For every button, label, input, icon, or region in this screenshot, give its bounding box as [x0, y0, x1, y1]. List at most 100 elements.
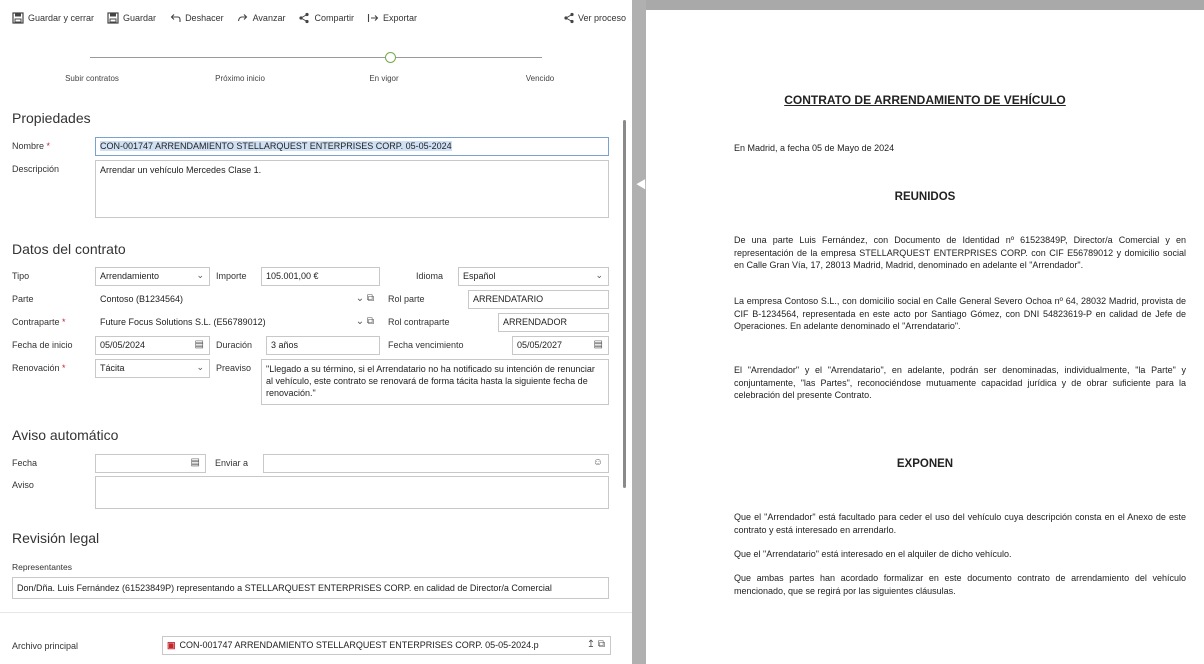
view-process-button[interactable]: Ver proceso [563, 12, 626, 24]
heading-exponen: EXPONEN [896, 458, 954, 470]
idioma-value: Español [463, 271, 496, 281]
duracion-field[interactable]: 3 años [266, 336, 380, 355]
archivo-label: Archivo principal [12, 641, 79, 651]
redo-button[interactable]: Avanzar [237, 12, 285, 24]
tipo-select[interactable]: Arrendamiento ⌄ [95, 267, 210, 286]
name-field[interactable]: CON-001747 ARRENDAMIENTO STELLARQUEST EN… [95, 137, 609, 156]
file-actions[interactable]: ↥ ⧉ [583, 639, 605, 650]
stage-upload[interactable]: Subir contratos [65, 74, 119, 83]
fecha-vencimiento-label: Fecha vencimiento [388, 340, 464, 350]
renovacion-select[interactable]: Tácita ⌄ [95, 359, 210, 378]
document-place-date: En Madrid, a fecha 05 de Mayo de 2024 [734, 143, 895, 153]
contraparte-value: Future Focus Solutions S.L. (E56789012) [100, 317, 266, 327]
redo-icon [237, 12, 249, 24]
pdf-icon: ▣ [167, 640, 176, 650]
undo-label: Deshacer [185, 13, 224, 23]
name-label: Nombre * [12, 141, 51, 151]
save-close-button[interactable]: Guardar y cerrar [12, 12, 94, 24]
export-icon [367, 12, 379, 24]
stage-next-start[interactable]: Próximo inicio [215, 74, 265, 83]
calendar-icon[interactable]: ▤ [594, 339, 603, 350]
description-field[interactable]: Arrendar un vehículo Mercedes Clase 1. [95, 160, 609, 218]
save-label: Guardar [123, 13, 157, 23]
document-preview: CONTRATO DE ARRENDAMIENTO DE VEHÍCULO En… [646, 0, 1204, 664]
rol-parte-field[interactable]: ARRENDATARIO [468, 290, 609, 309]
chevron-down-icon: ⌄ [196, 270, 204, 280]
save-icon [107, 12, 119, 24]
share-icon [298, 12, 310, 24]
preaviso-field[interactable]: "Llegado a su término, si el Arrendatari… [261, 359, 609, 405]
save-close-label: Guardar y cerrar [28, 13, 95, 23]
idioma-select[interactable]: Español ⌄ [458, 267, 609, 286]
fecha-vencimiento-field[interactable]: 05/05/2027 ▤ [512, 336, 609, 355]
name-value: CON-001747 ARRENDAMIENTO STELLARQUEST EN… [100, 141, 452, 151]
stage-in-force[interactable]: En vigor [369, 74, 398, 83]
parte-actions[interactable]: ⌄ ⧉ [356, 293, 374, 304]
parte-value: Contoso (B1234564) [100, 294, 184, 304]
calendar-icon[interactable]: ▤ [195, 339, 204, 350]
chevron-down-icon: ⌄ [196, 362, 204, 372]
divider [0, 612, 632, 613]
archivo-field[interactable]: ▣ CON-001747 ARRENDAMIENTO STELLARQUEST E… [162, 636, 611, 655]
undo-icon [169, 12, 181, 24]
representantes-field[interactable]: Don/Dña. Luis Fernández (61523849P) repr… [12, 577, 609, 599]
importe-field[interactable]: 105.001,00 € [261, 267, 380, 286]
enviar-a-field[interactable]: ☺ [263, 454, 609, 473]
description-label: Descripción [12, 164, 60, 174]
renovacion-value: Tácita [100, 363, 125, 373]
pane-splitter[interactable] [632, 0, 646, 664]
process-icon [563, 12, 575, 24]
export-button[interactable]: Exportar [367, 12, 417, 24]
tipo-value: Arrendamiento [100, 271, 160, 281]
fecha-inicio-field[interactable]: 05/05/2024 ▤ [95, 336, 210, 355]
document-paragraph: Que el "Arrendador" está facultado para … [734, 512, 1186, 535]
process-stages: Subir contratos Próximo inicio En vigor … [0, 38, 632, 88]
aviso-text-field[interactable] [95, 476, 609, 509]
fecha-inicio-label: Fecha de inicio [12, 340, 73, 350]
enviar-a-label: Enviar a [215, 458, 249, 468]
contraparte-actions[interactable]: ⌄ ⧉ [356, 316, 374, 327]
person-icon[interactable]: ☺ [593, 457, 603, 468]
fecha-inicio-value: 05/05/2024 [100, 340, 146, 350]
view-process-label: Ver proceso [577, 13, 626, 23]
current-stage-marker [385, 52, 396, 63]
calendar-icon[interactable]: ▤ [191, 457, 200, 468]
section-legal-review-title: Revisión legal [12, 530, 100, 546]
section-auto-notice-title: Aviso automático [12, 427, 119, 443]
contraparte-lookup[interactable]: Future Focus Solutions S.L. (E56789012) ⌄… [95, 313, 380, 332]
share-label: Compartir [314, 13, 354, 23]
document-paragraph: Que ambas partes han acordado formalizar… [734, 573, 1186, 596]
rol-parte-label: Rol parte [388, 294, 425, 304]
duracion-label: Duración [216, 340, 253, 350]
stage-track [90, 57, 542, 58]
aviso-fecha-field[interactable]: ▤ [95, 454, 206, 473]
stage-expired[interactable]: Vencido [526, 74, 554, 83]
archivo-value: CON-001747 ARRENDAMIENTO STELLARQUEST EN… [179, 640, 539, 650]
document-title: CONTRATO DE ARRENDAMIENTO DE VEHÍCULO [784, 93, 1066, 107]
parte-label: Parte [12, 294, 34, 304]
document-paragraph: Que el "Arrendatario" está interesado en… [734, 549, 1012, 559]
rol-contraparte-field[interactable]: ARRENDADOR [498, 313, 609, 332]
importe-label: Importe [216, 271, 247, 281]
section-contract-title: Datos del contrato [12, 241, 126, 257]
fecha-vencimiento-value: 05/05/2027 [517, 340, 563, 350]
toolbar: Guardar y cerrar Guardar Deshacer Avanza… [0, 0, 632, 36]
undo-button[interactable]: Deshacer [169, 12, 224, 24]
document-paragraph: La empresa Contoso S.L., con domicilio s… [734, 296, 1186, 331]
share-button[interactable]: Compartir [298, 12, 354, 24]
document-top-border [646, 0, 1204, 10]
representantes-label: Representantes [12, 562, 73, 572]
tipo-label: Tipo [12, 271, 30, 281]
scrollbar[interactable] [623, 120, 626, 488]
export-label: Exportar [382, 13, 417, 23]
parte-lookup[interactable]: Contoso (B1234564) ⌄ ⧉ [95, 290, 380, 309]
save-close-icon [12, 12, 24, 24]
aviso-label: Aviso [12, 480, 34, 490]
preaviso-label: Preaviso [216, 363, 252, 373]
contraparte-label: Contraparte * [12, 317, 66, 327]
chevron-down-icon: ⌄ [595, 270, 603, 280]
save-button[interactable]: Guardar [107, 12, 156, 24]
idioma-label: Idioma [416, 271, 444, 281]
renovacion-label: Renovación * [12, 363, 66, 373]
heading-reunidos: REUNIDOS [894, 191, 956, 203]
